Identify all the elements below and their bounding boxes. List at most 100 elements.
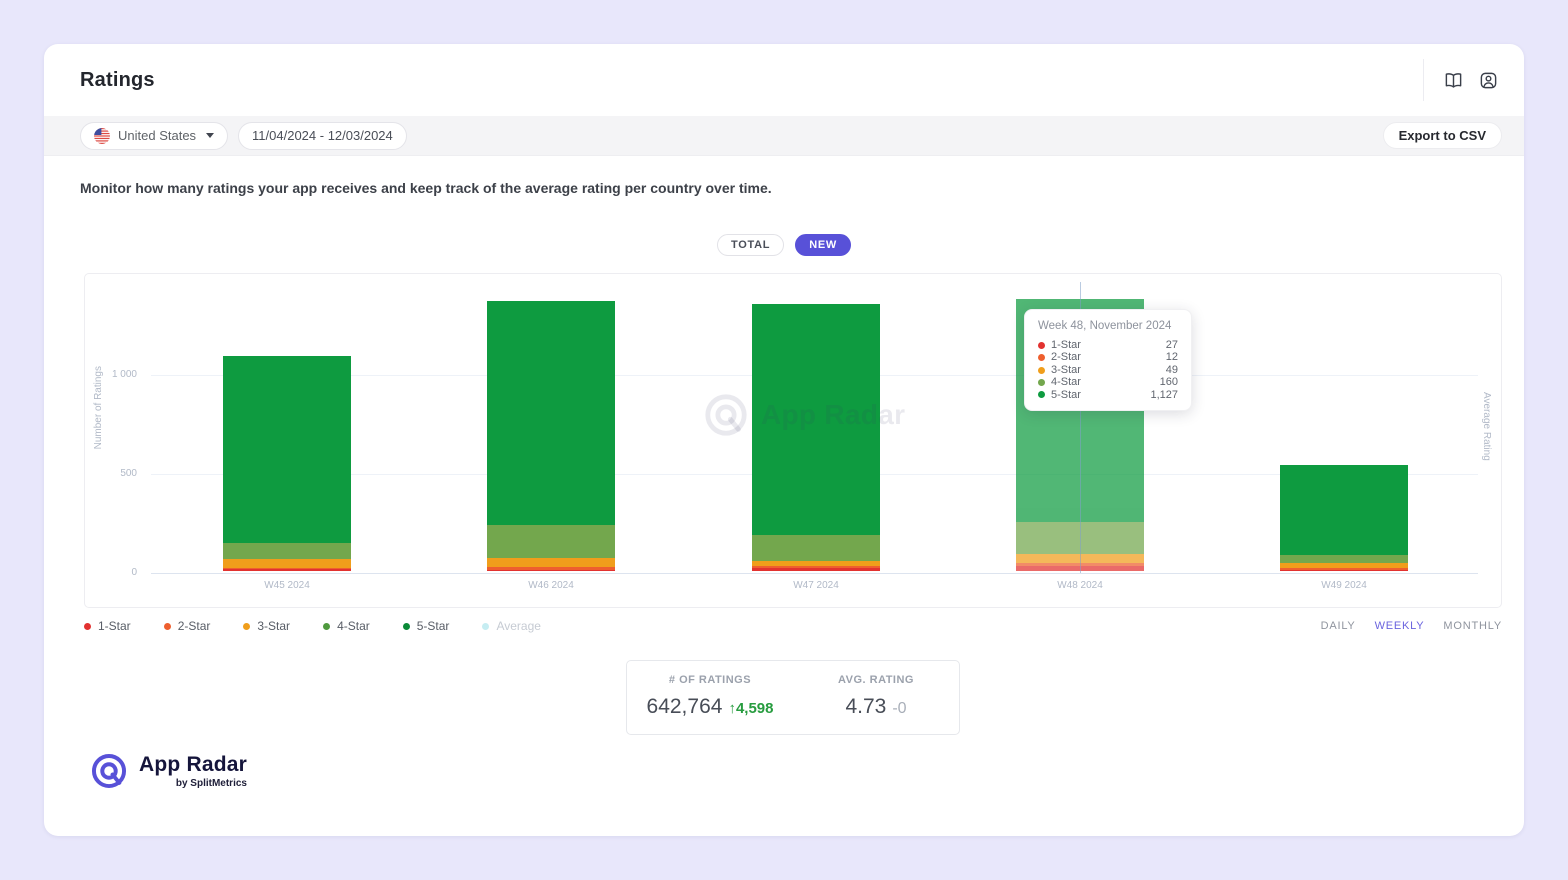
tooltip-row-label: 1-Star xyxy=(1051,339,1081,351)
y-axis-label-right: Average Rating xyxy=(1481,392,1492,461)
chart-tooltip: Week 48, November 2024 1-Star 272-Star123… xyxy=(1024,309,1192,411)
app-radar-logo-icon xyxy=(90,752,128,790)
bar-segment-5-star xyxy=(223,356,351,543)
bar-segment-4-star xyxy=(1280,555,1408,563)
tooltip-row-5-star: 5-Star1,127 xyxy=(1038,389,1178,401)
gridline xyxy=(151,573,1478,574)
app-radar-watermark-icon xyxy=(703,392,749,438)
ratings-delta: ↑4,598 xyxy=(728,700,773,717)
granularity-switch: DAILY WEEKLY MONTHLY xyxy=(1321,620,1502,632)
average-dot-icon xyxy=(482,623,489,630)
tooltip-row-label: 2-Star xyxy=(1051,351,1081,363)
view-toggle: TOTAL NEW xyxy=(84,234,1484,256)
bar-segment-1-star xyxy=(1280,570,1408,571)
export-csv-button[interactable]: Export to CSV xyxy=(1383,122,1502,149)
legend-row: 1-Star 2-Star 3-Star 4-Star 5-Star Average DA… xyxy=(84,619,1502,633)
ratings-count-value: 642,764 xyxy=(647,695,723,719)
toggle-total[interactable]: TOTAL xyxy=(717,234,784,256)
date-range-selector[interactable]: 11/04/2024 - 12/03/2024 xyxy=(238,122,407,150)
chevron-down-icon xyxy=(206,133,214,138)
brand-name: App Radar xyxy=(139,753,247,777)
3-star-dot-icon xyxy=(1038,367,1045,374)
x-tick-label: W45 2024 xyxy=(223,580,351,591)
legend-item-2-star[interactable]: 2-Star xyxy=(164,619,211,633)
tooltip-row-value: 49 xyxy=(1166,364,1178,376)
x-tick-label: W48 2024 xyxy=(1016,580,1144,591)
page-header: Ratings xyxy=(44,44,1524,116)
tooltip-row-4-star: 4-Star 160 xyxy=(1038,376,1178,388)
toggle-new[interactable]: NEW xyxy=(795,234,851,256)
granularity-monthly[interactable]: MONTHLY xyxy=(1443,620,1502,632)
legend-label: 2-Star xyxy=(178,619,211,633)
bar-segment-4-star xyxy=(752,535,880,561)
tooltip-row-value: 27 xyxy=(1166,339,1178,351)
x-tick-label: W49 2024 xyxy=(1280,580,1408,591)
1-star-dot-icon xyxy=(1038,342,1045,349)
legend-label: 4-Star xyxy=(337,619,370,633)
account-icon[interactable] xyxy=(1479,71,1498,90)
header-divider xyxy=(1423,59,1424,101)
y-tick-label: 500 xyxy=(85,468,137,479)
1-star-dot-icon xyxy=(84,623,91,630)
brand-byline: by SplitMetrics xyxy=(176,778,247,789)
avg-rating-delta: -0 xyxy=(892,700,906,718)
book-icon[interactable] xyxy=(1444,71,1463,90)
summary-stats: # OF RATINGS 642,764 ↑4,598 AVG. RATING … xyxy=(626,660,960,735)
page-title: Ratings xyxy=(80,69,155,92)
legend-item-5-star[interactable]: 5-Star xyxy=(403,619,450,633)
legend-label: 3-Star xyxy=(257,619,290,633)
legend-item-4-star[interactable]: 4-Star xyxy=(323,619,370,633)
y-tick-label: 0 xyxy=(85,567,137,578)
legend-item-average[interactable]: Average xyxy=(482,619,540,633)
bar-w47-2024[interactable] xyxy=(752,304,880,571)
avg-rating-label: AVG. RATING xyxy=(793,674,959,686)
tooltip-title: Week 48, November 2024 xyxy=(1038,320,1178,332)
bar-segment-1-star xyxy=(752,568,880,571)
tooltip-row-3-star: 3-Star 49 xyxy=(1038,364,1178,376)
ratings-card: Ratings xyxy=(44,44,1524,836)
bar-w49-2024[interactable] xyxy=(1280,465,1408,571)
bar-segment-5-star xyxy=(487,301,615,525)
legend-item-1-star[interactable]: 1-Star xyxy=(84,619,131,633)
bar-segment-1-star xyxy=(223,569,351,571)
ratings-count-label: # OF RATINGS xyxy=(627,674,793,686)
x-tick-label: W46 2024 xyxy=(487,580,615,591)
tooltip-row-1-star: 1-Star 27 xyxy=(1038,339,1178,351)
2-star-dot-icon xyxy=(164,623,171,630)
filter-bar: United States 11/04/2024 - 12/03/2024 Ex… xyxy=(44,116,1524,156)
bar-segment-5-star xyxy=(1280,465,1408,555)
ratings-chart: Number of Ratings Average Rating App Rad… xyxy=(84,273,1502,608)
legend-item-3-star[interactable]: 3-Star xyxy=(243,619,290,633)
bar-segment-4-star xyxy=(487,525,615,558)
bar-w46-2024[interactable] xyxy=(487,301,615,571)
tooltip-rows: 1-Star 272-Star123-Star 49 4-Star 1605-Star1… xyxy=(1038,339,1178,401)
tooltip-row-label: 4-Star xyxy=(1051,376,1081,388)
bar-w45-2024[interactable] xyxy=(223,356,351,571)
avg-rating-stat: AVG. RATING 4.73 -0 xyxy=(793,674,959,719)
granularity-daily[interactable]: DAILY xyxy=(1321,620,1356,632)
4-star-dot-icon xyxy=(1038,379,1045,386)
page-description: Monitor how many ratings your app receiv… xyxy=(80,180,1484,196)
app-radar-logo: App Radar by SplitMetrics xyxy=(84,752,1484,790)
tooltip-row-label: 3-Star xyxy=(1051,364,1081,376)
country-selector[interactable]: United States xyxy=(80,122,228,150)
2-star-dot-icon xyxy=(1038,354,1045,361)
bar-segment-5-star xyxy=(752,304,880,535)
bar-segment-3-star xyxy=(223,559,351,568)
us-flag-icon xyxy=(94,128,110,144)
tooltip-row-value: 160 xyxy=(1160,376,1178,388)
5-star-dot-icon xyxy=(1038,391,1045,398)
granularity-weekly[interactable]: WEEKLY xyxy=(1375,620,1425,632)
country-label: United States xyxy=(118,128,196,143)
3-star-dot-icon xyxy=(243,623,250,630)
tooltip-row-2-star: 2-Star12 xyxy=(1038,351,1178,363)
tooltip-row-value: 1,127 xyxy=(1150,389,1178,401)
legend-label: Average xyxy=(496,619,540,633)
date-range-label: 11/04/2024 - 12/03/2024 xyxy=(252,128,393,143)
legend-label: 1-Star xyxy=(98,619,131,633)
ratings-count-stat: # OF RATINGS 642,764 ↑4,598 xyxy=(627,674,793,719)
4-star-dot-icon xyxy=(323,623,330,630)
bar-segment-4-star xyxy=(223,543,351,559)
legend: 1-Star 2-Star 3-Star 4-Star 5-Star Average xyxy=(84,619,574,633)
bar-segment-3-star xyxy=(487,558,615,567)
